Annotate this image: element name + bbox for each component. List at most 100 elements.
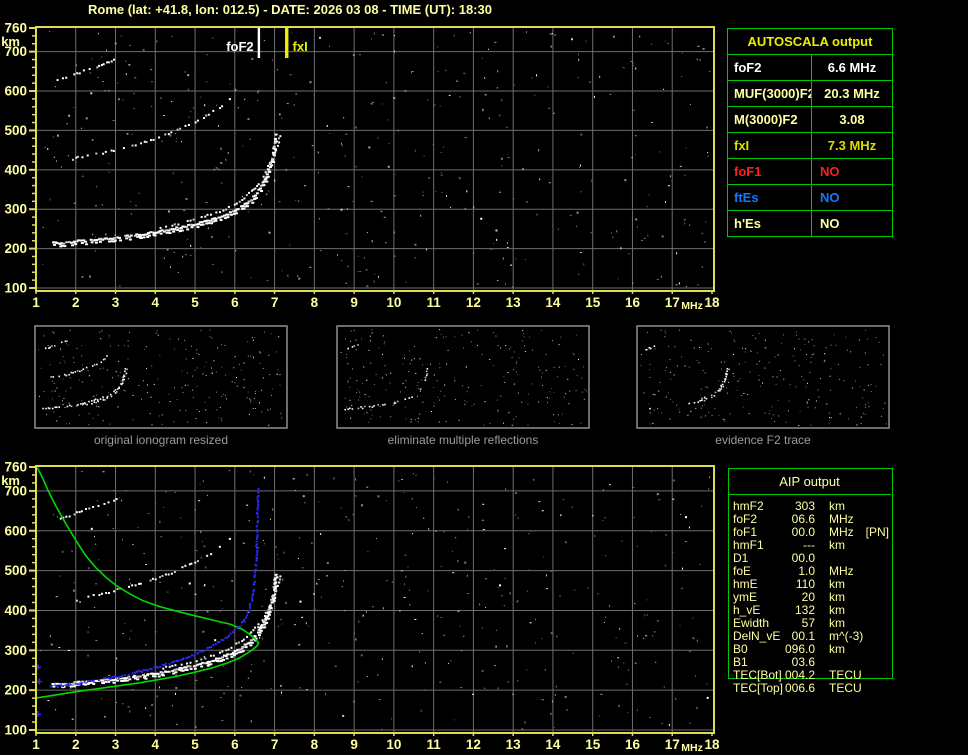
noise-dot [701, 266, 703, 268]
noise-dot [188, 116, 190, 118]
echo-trace-dot [184, 564, 187, 567]
noise-dot [553, 727, 555, 729]
noise-dot [550, 45, 552, 48]
noise-dot [385, 500, 387, 502]
noise-dot [709, 476, 711, 478]
noise-dot [404, 554, 407, 556]
noise-dot [550, 570, 552, 572]
noise-dot [213, 360, 215, 362]
echo-trace-dot [167, 670, 171, 673]
noise-dot [493, 664, 496, 666]
noise-dot [507, 412, 509, 414]
noise-dot [108, 334, 110, 336]
noise-dot [664, 336, 666, 338]
noise-dot [801, 376, 803, 378]
mini-trace-dot [357, 407, 360, 410]
noise-dot [251, 336, 253, 338]
noise-dot [393, 97, 396, 99]
noise-dot [405, 281, 407, 283]
noise-dot [363, 366, 365, 368]
noise-dot [257, 546, 259, 548]
noise-dot [419, 358, 421, 360]
noise-dot [277, 625, 279, 627]
noise-dot [347, 363, 349, 365]
noise-dot [289, 74, 292, 76]
noise-dot [312, 593, 315, 595]
echo-trace-dot [200, 216, 203, 219]
mini-trace-dot [394, 402, 397, 404]
noise-dot [755, 337, 757, 339]
noise-dot [830, 344, 832, 346]
noise-dot [550, 712, 552, 715]
noise-dot [145, 643, 147, 646]
noise-dot [293, 624, 296, 626]
echo-trace-dot [278, 141, 281, 144]
param-label: TEC[Top] [733, 681, 784, 695]
fitted-trace-dot [253, 588, 256, 591]
noise-dot [681, 52, 683, 54]
mini-panel-border [636, 325, 890, 429]
param-label: MUF(3000)F2 [728, 81, 812, 106]
noise-dot [423, 517, 425, 519]
noise-dot [718, 414, 720, 416]
noise-dot [243, 379, 245, 381]
echo-trace-dot [274, 573, 278, 576]
mini-trace-dot [693, 401, 696, 404]
noise-dot [748, 413, 750, 415]
noise-dot [253, 357, 255, 359]
noise-dot [580, 191, 582, 193]
noise-dot [380, 728, 383, 730]
noise-dot [528, 569, 530, 571]
noise-dot [56, 420, 58, 422]
noise-dot [200, 246, 202, 248]
noise-dot [609, 484, 612, 486]
noise-dot [175, 692, 177, 695]
noise-dot [53, 514, 55, 516]
noise-dot [156, 330, 158, 332]
noise-dot [130, 200, 132, 202]
noise-dot [71, 718, 74, 720]
noise-dot [481, 57, 483, 59]
noise-dot [370, 200, 373, 202]
noise-dot [737, 380, 739, 382]
noise-dot [745, 351, 747, 353]
noise-dot [127, 378, 129, 380]
noise-dot [466, 574, 468, 577]
echo-trace-dot [278, 581, 281, 584]
noise-dot [132, 543, 135, 545]
noise-dot [697, 45, 700, 47]
noise-dot [258, 402, 260, 404]
noise-dot [436, 380, 438, 382]
noise-dot [333, 477, 335, 480]
noise-dot [347, 379, 349, 381]
noise-dot [708, 71, 711, 73]
noise-dot [127, 358, 129, 360]
noise-dot [180, 517, 182, 519]
noise-dot [180, 536, 182, 538]
noise-dot [460, 687, 463, 689]
noise-dot [47, 700, 50, 702]
noise-dot [347, 265, 349, 267]
mini-trace-dot [42, 407, 44, 410]
echo-trace-dot [136, 678, 140, 681]
noise-dot [102, 397, 104, 399]
noise-dot [262, 377, 264, 379]
param-label: ftEs [728, 185, 812, 210]
noise-dot [461, 650, 463, 652]
noise-dot [774, 421, 776, 423]
noise-dot [363, 257, 365, 260]
noise-dot [381, 377, 383, 379]
noise-dot [451, 550, 453, 552]
noise-dot [667, 185, 670, 187]
noise-dot [427, 99, 429, 101]
noise-dot [235, 89, 237, 91]
fitted-trace-dot [256, 511, 259, 514]
noise-dot [628, 253, 630, 255]
mini-trace-dot [66, 405, 69, 408]
noise-dot [669, 359, 671, 361]
noise-dot [143, 348, 145, 350]
noise-dot [435, 530, 437, 532]
noise-dot [345, 516, 347, 518]
echo-trace-dot [189, 667, 193, 670]
noise-dot [728, 381, 730, 383]
